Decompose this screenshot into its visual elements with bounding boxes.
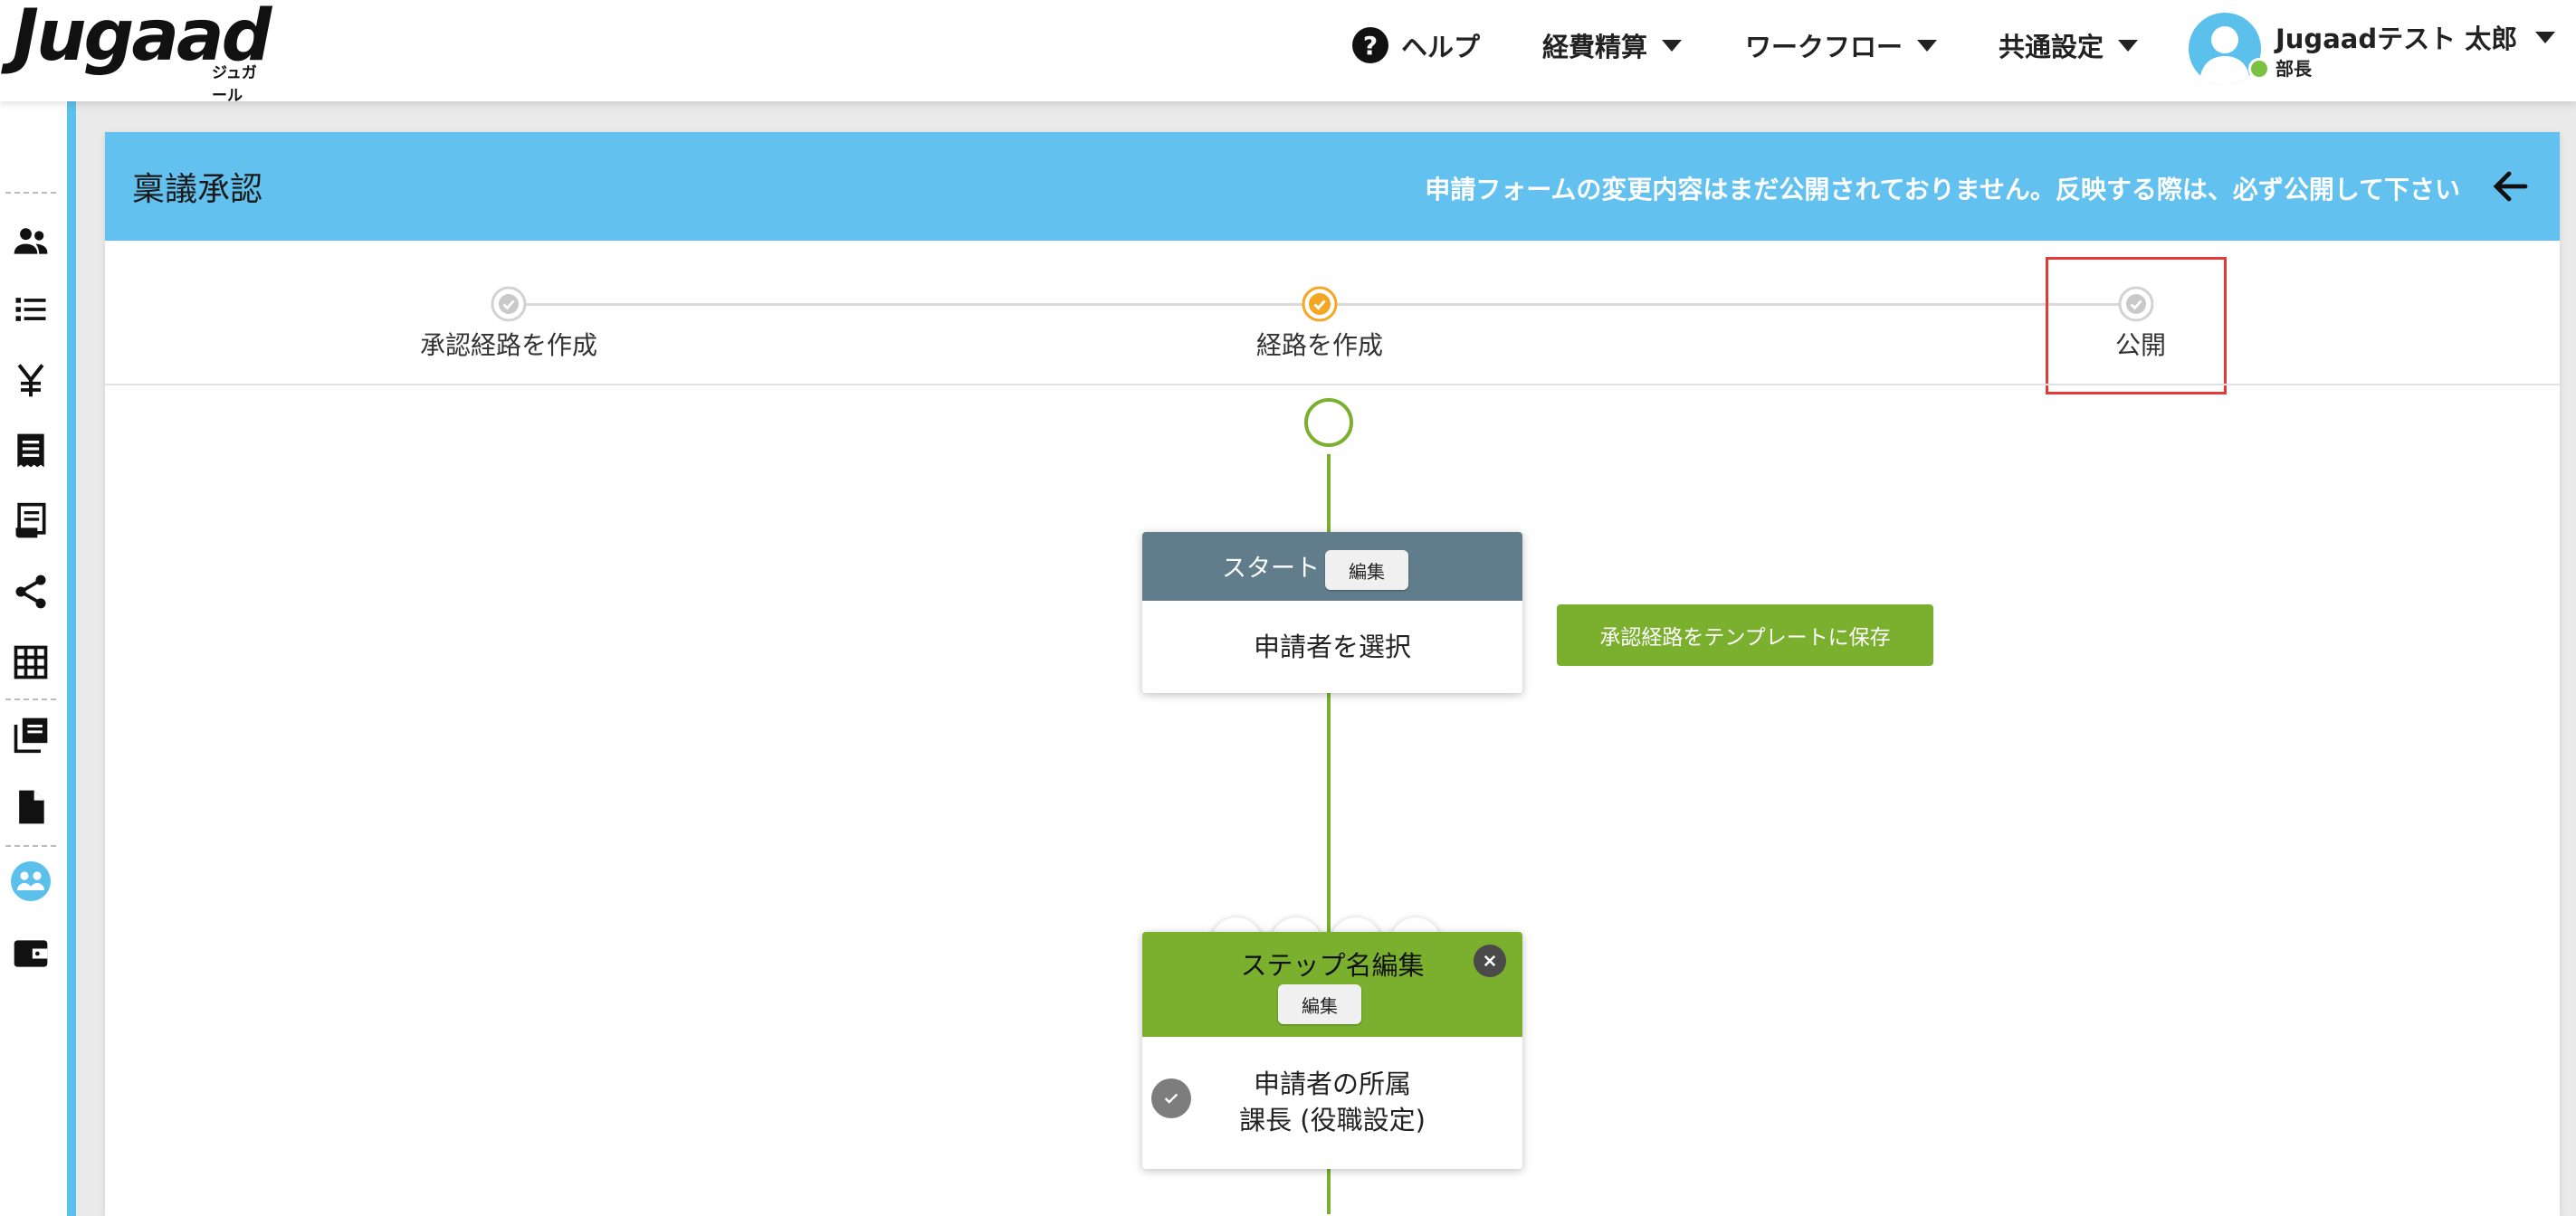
unpublished-notice: 申請フォームの変更内容はまだ公開されておりません。反映する際は、必ず公開して下さ…: [1425, 175, 2460, 204]
chevron-down-icon: [1917, 39, 1938, 52]
help-icon: ?: [1352, 27, 1388, 63]
publish-highlight-box: [2046, 257, 2227, 394]
step-label-create-route: 承認経路を作成: [419, 330, 597, 360]
share-icon: [15, 575, 46, 609]
page-title: 稟議承認: [132, 171, 263, 208]
remove-step-button[interactable]: [1474, 945, 1506, 977]
check-circle-icon: [1302, 286, 1338, 322]
start-node-edit-button[interactable]: 編集: [1325, 550, 1408, 590]
step-node-card: ステップ名編集 編集 申請者の所属 課長 (役職設定): [1142, 932, 1522, 1169]
sidebar: [0, 101, 76, 1216]
arrow-left-icon: [2493, 171, 2528, 202]
user-name: Jugaadテスト 太郎: [2275, 24, 2518, 54]
step-condition-line2: 課長 (役職設定): [1239, 1105, 1426, 1135]
stepper-divider: [105, 384, 2560, 385]
user-menu[interactable]: Jugaadテスト 太郎: [2275, 18, 2556, 56]
users-icon: [14, 228, 48, 254]
sidebar-item-expense[interactable]: [9, 358, 52, 402]
nav-expense-label: 経費精算: [1542, 32, 1648, 62]
step-condition-text: 申請者の所属 課長 (役職設定): [1142, 1066, 1522, 1138]
help-label: ヘルプ: [1401, 32, 1481, 62]
document-icon: [15, 502, 46, 538]
nav-workflow-menu[interactable]: ワークフロー: [1745, 25, 1938, 65]
wallet-icon: [14, 940, 48, 967]
grid-icon: [14, 645, 48, 679]
step-node-create-route[interactable]: [491, 286, 527, 322]
step-condition-line1: 申請者の所属: [1253, 1069, 1411, 1099]
help-link[interactable]: ? ヘルプ: [1352, 25, 1480, 65]
chevron-down-icon: [2118, 39, 2139, 52]
user-role: 部長: [2275, 58, 2312, 80]
workflow-group-icon: [11, 861, 51, 901]
yen-icon: [17, 364, 44, 397]
app-logo[interactable]: Jugaad ジュガール: [13, 0, 272, 105]
file-icon: [19, 790, 44, 824]
sidebar-divider: [5, 698, 56, 700]
sidebar-item-library[interactable]: [9, 713, 52, 756]
chevron-down-icon: [2535, 31, 2556, 43]
start-node-title: スタート: [1222, 555, 1320, 583]
sidebar-divider: [5, 845, 56, 847]
sidebar-item-share[interactable]: [9, 570, 52, 613]
top-header: Jugaad ジュガール ? ヘルプ 経費精算 ワークフロー 共通設定 Juga…: [0, 0, 2576, 105]
step-label-create-path: 経路を作成: [1255, 330, 1383, 360]
logo-subtext: ジュガール: [212, 64, 257, 105]
step-node-body: 申請者の所属 課長 (役職設定): [1142, 1037, 1522, 1169]
save-template-button[interactable]: 承認経路をテンプレートに保存: [1557, 604, 1933, 666]
close-icon: [1484, 955, 1496, 967]
sidebar-item-list[interactable]: [9, 288, 52, 331]
nav-common-label: 共通設定: [1999, 32, 2104, 62]
step-node-create-path[interactable]: [1302, 286, 1338, 322]
start-node-card: スタート 編集 申請者を選択: [1142, 532, 1522, 693]
approval-flow-card: 稟議承認 申請フォームの変更内容はまだ公開されておりません。反映する際は、必ず公…: [105, 132, 2560, 1216]
nav-common-settings-menu[interactable]: 共通設定: [1999, 25, 2139, 65]
sidebar-item-workflow[interactable]: [9, 860, 52, 903]
nav-expense-menu[interactable]: 経費精算: [1542, 25, 1683, 65]
sidebar-item-receipt[interactable]: [9, 429, 52, 472]
flow-start-circle: [1304, 398, 1353, 447]
sidebar-item-grid[interactable]: [9, 641, 52, 684]
online-status-dot: [2248, 58, 2270, 80]
check-circle-icon: [491, 286, 527, 322]
sidebar-item-wallet[interactable]: [9, 932, 52, 975]
sidebar-item-users[interactable]: [9, 219, 52, 262]
start-node-header: スタート 編集: [1142, 532, 1522, 601]
sidebar-divider: [5, 192, 56, 194]
chevron-down-icon: [1662, 39, 1683, 52]
step-node-edit-button[interactable]: 編集: [1278, 984, 1361, 1024]
sidebar-item-document[interactable]: [9, 499, 52, 543]
sidebar-item-file[interactable]: [9, 785, 52, 829]
start-node-body: 申請者を選択: [1253, 632, 1411, 662]
step-node-title: ステップ名編集: [1240, 950, 1425, 981]
library-icon: [14, 717, 48, 754]
receipt-icon: [17, 433, 44, 468]
back-button[interactable]: [2489, 165, 2533, 208]
card-header: 稟議承認 申請フォームの変更内容はまだ公開されておりません。反映する際は、必ず公…: [105, 132, 2560, 241]
step-node-header: ステップ名編集 編集: [1142, 932, 1522, 1037]
nav-workflow-label: ワークフロー: [1745, 32, 1903, 62]
list-icon: [15, 298, 46, 321]
